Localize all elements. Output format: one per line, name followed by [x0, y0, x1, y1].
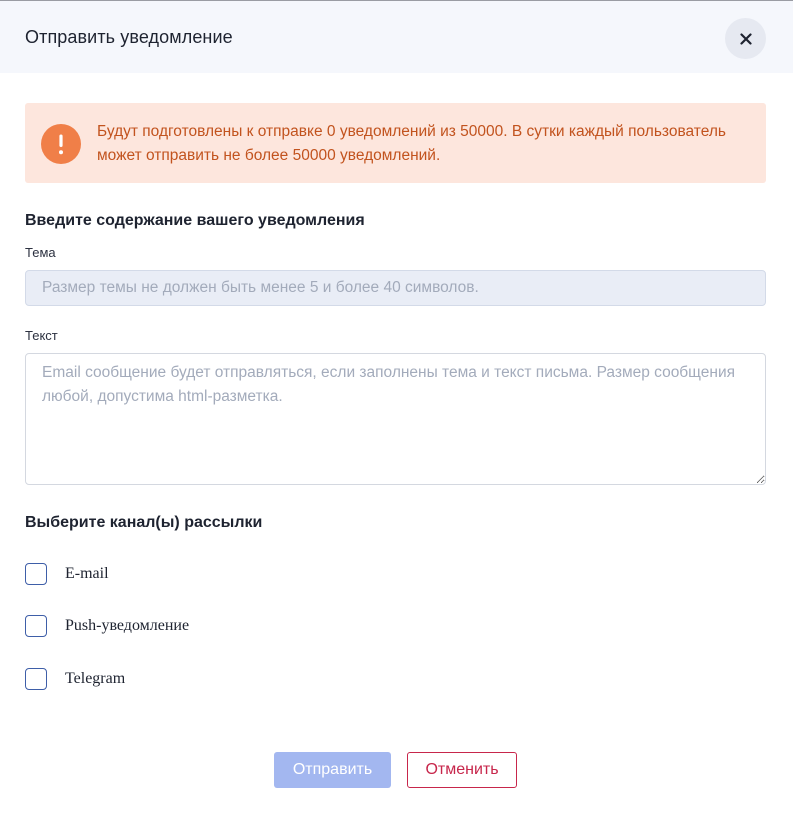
subject-label: Тема	[25, 245, 56, 260]
push-checkbox-label: Push-уведомление	[65, 617, 190, 634]
close-icon	[739, 32, 752, 45]
modal-header: Отправить уведомление	[0, 1, 793, 73]
channel-email-option[interactable]: E-mail	[25, 562, 109, 586]
subject-input[interactable]	[25, 270, 766, 306]
text-label: Текст	[25, 328, 58, 343]
content-section-title: Введите содержание вашего уведомления	[25, 212, 365, 229]
telegram-checkbox[interactable]	[25, 668, 47, 690]
telegram-checkbox-label: Telegram	[65, 670, 126, 687]
channel-telegram-option[interactable]: Telegram	[25, 667, 125, 691]
email-checkbox-label: E-mail	[65, 565, 109, 582]
send-button[interactable]: Отправить	[274, 752, 391, 788]
message-textarea[interactable]	[25, 353, 766, 485]
warning-alert: Будут подготовлены к отправке 0 уведомле…	[25, 103, 766, 183]
email-checkbox[interactable]	[25, 563, 47, 585]
push-checkbox[interactable]	[25, 615, 47, 637]
channels-section-title: Выберите канал(ы) рассылки	[25, 514, 263, 531]
cancel-button[interactable]: Отменить	[407, 752, 517, 788]
alert-message: Будут подготовлены к отправке 0 уведомле…	[97, 123, 726, 164]
modal-title: Отправить уведомление	[25, 27, 233, 47]
exclamation-circle-icon	[41, 124, 81, 164]
close-button[interactable]	[725, 18, 766, 59]
channel-push-option[interactable]: Push-уведомление	[25, 614, 189, 638]
